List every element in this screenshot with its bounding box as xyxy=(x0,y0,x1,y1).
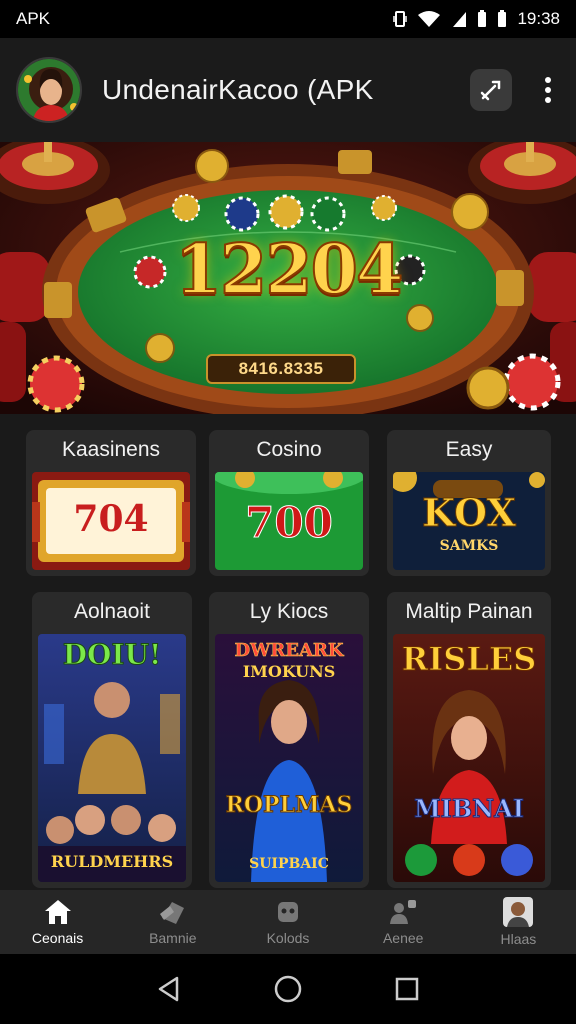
kox-art: KOX SAMKS xyxy=(393,472,545,570)
app-title: UndenairKacoo (APK xyxy=(102,74,374,105)
game-title: RISLES xyxy=(401,640,537,679)
hero-banner[interactable]: 12204 8416.8335 xyxy=(0,142,576,414)
nav-label: Ceonais xyxy=(31,930,84,946)
kox-subtitle: SAMKS xyxy=(439,538,499,554)
app-avatar[interactable] xyxy=(16,57,82,123)
sword-icon xyxy=(480,80,501,101)
robot-icon xyxy=(278,902,298,922)
people-icon xyxy=(390,900,417,924)
nav-label: Bamnie xyxy=(149,930,197,946)
game-grid: Kaasinens 704 Cosino 700 Easy KOX SAMKS … xyxy=(0,414,576,890)
home-button[interactable] xyxy=(268,969,308,1009)
status-icons: 19:38 xyxy=(393,9,560,29)
nav-label: Kolods xyxy=(266,930,310,946)
game-card-label: Aolnaoit xyxy=(74,600,150,623)
signal-icon xyxy=(451,10,467,28)
system-nav-bar xyxy=(0,954,576,1024)
profile-avatar xyxy=(503,897,534,927)
game-card-1[interactable]: Kaasinens 704 xyxy=(26,430,196,576)
jackpot-plate: 8416.8335 xyxy=(206,354,356,384)
game-card-6[interactable]: Maltip Painan RISLES MIBNAI xyxy=(387,592,551,888)
sword-action-button[interactable] xyxy=(470,69,512,111)
game-card-5[interactable]: Ly Kiocs DWREARK IMOKUNS ROPLMAS SUIPBAI… xyxy=(209,592,369,888)
more-vert-icon xyxy=(545,77,551,103)
men-group-art: DOIU! RULDMEHRS xyxy=(38,634,186,882)
game-subtitle: ROPLMAS xyxy=(225,792,353,819)
back-icon xyxy=(159,976,179,1002)
game-title-line2: IMOKUNS xyxy=(242,662,336,681)
nav-item-games[interactable]: Bamnie xyxy=(115,890,230,954)
square-recents-icon xyxy=(395,977,418,1001)
cards-icon xyxy=(159,902,184,924)
jackpot-number: 12204 xyxy=(174,229,405,311)
roulette-number: 700 xyxy=(245,498,334,548)
game-title: DWREARK xyxy=(234,640,344,662)
game-card-label: Cosino xyxy=(256,438,322,461)
game-card-label: Ly Kiocs xyxy=(249,600,329,623)
status-time: 19:38 xyxy=(517,9,560,28)
game-subtitle: MIBNAI xyxy=(414,794,525,824)
nav-item-profile[interactable]: Hlaas xyxy=(461,890,576,954)
nav-label: Aenee xyxy=(382,930,424,946)
roulette-art: 700 xyxy=(215,472,363,570)
game-subtitle: RULDMEHRS xyxy=(50,852,174,871)
kox-title: KOX xyxy=(422,490,517,536)
woman-blue-art: DWREARK IMOKUNS ROPLMAS SUIPBAIC xyxy=(215,634,363,882)
nav-item-bots[interactable]: Kolods xyxy=(230,890,345,954)
vibrate-icon xyxy=(393,10,408,28)
game-card-4[interactable]: Aolnaoit DOIU! RULDMEHRS xyxy=(32,592,192,888)
back-button[interactable] xyxy=(149,969,189,1009)
recents-button[interactable] xyxy=(387,969,427,1009)
battery-icon xyxy=(477,10,487,28)
nav-label: Hlaas xyxy=(500,931,537,947)
game-card-3[interactable]: Easy KOX SAMKS xyxy=(387,430,551,576)
game-tagline: SUIPBAIC xyxy=(249,856,329,872)
game-card-label: Easy xyxy=(445,438,493,461)
status-bar: APK 19:38 xyxy=(0,0,576,38)
more-options-button[interactable] xyxy=(536,69,560,111)
nav-item-people[interactable]: Aenee xyxy=(346,890,461,954)
game-title: DOIU! xyxy=(62,638,162,672)
home-icon xyxy=(44,900,71,924)
bottom-nav: Ceonais Bamnie Kolods Aenee Hlaas xyxy=(0,890,576,954)
circle-home-icon xyxy=(274,975,302,1003)
game-card-label: Maltip Painan xyxy=(405,600,533,623)
woman-red-art: RISLES MIBNAI xyxy=(393,634,545,882)
slot-numbers: 704 xyxy=(73,498,149,540)
slot-machine-art: 704 xyxy=(32,472,190,570)
nav-item-home[interactable]: Ceonais xyxy=(0,890,115,954)
game-card-label: Kaasinens xyxy=(61,438,161,461)
app-bar: UndenairKacoo (APK xyxy=(0,38,576,142)
wifi-icon xyxy=(417,10,441,28)
battery-icon-2 xyxy=(497,10,507,28)
game-card-2[interactable]: Cosino 700 xyxy=(209,430,369,576)
status-left-text: APK xyxy=(16,9,51,28)
